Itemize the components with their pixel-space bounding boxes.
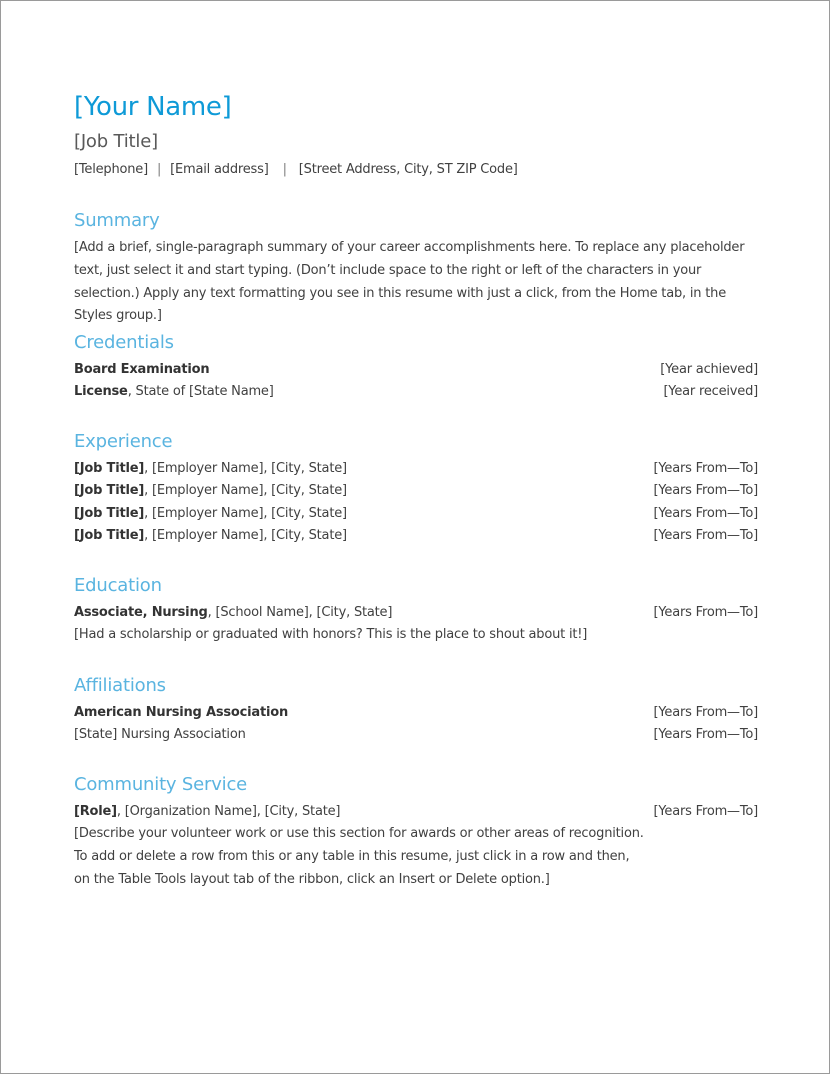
education-note[interactable]: [Had a scholarship or graduated with hon… xyxy=(74,624,758,647)
experience-section: Experience [Job Title], [Employer Name],… xyxy=(74,430,758,548)
community-note-line: [Describe your volunteer work or use thi… xyxy=(74,826,644,842)
credentials-section: Credentials Board Examination [Year achi… xyxy=(74,331,758,404)
experience-job-title: [Job Title] xyxy=(74,505,145,521)
affiliation-row[interactable]: [State] Nursing Association [Years From—… xyxy=(74,724,758,746)
education-dates: [Years From—To] xyxy=(653,605,759,620)
community-service-section: Community Service [Role], [Organization … xyxy=(74,773,758,892)
experience-dates: [Years From—To] xyxy=(653,505,759,521)
education-section: Education Associate, Nursing, [School Na… xyxy=(74,574,758,647)
community-service-heading: Community Service xyxy=(74,774,248,795)
credential-date: [Year achieved] xyxy=(660,362,758,377)
resume-content: [Your Name] [Job Title] [Telephone] | [Ema… xyxy=(74,89,758,887)
summary-heading: Summary xyxy=(74,210,160,231)
experience-heading: Experience xyxy=(74,431,173,452)
experience-row[interactable]: [Job Title], [Employer Name], [City, Sta… xyxy=(74,503,758,525)
experience-dates: [Years From—To] xyxy=(653,528,759,544)
community-row[interactable]: [Role], [Organization Name], [City, Stat… xyxy=(74,801,758,823)
affiliations-heading: Affiliations xyxy=(74,675,166,696)
affiliation-detail: [State] Nursing Association xyxy=(74,727,246,743)
experience-employer: , [Employer Name], [City, State] xyxy=(144,461,347,476)
credential-date: [Year received] xyxy=(663,384,758,400)
experience-employer: , [Employer Name], [City, State] xyxy=(144,505,347,521)
contact-line: [Telephone] | [Email address] | [Street Addr… xyxy=(74,159,758,181)
job-title[interactable]: [Job Title] xyxy=(74,129,758,155)
separator: | xyxy=(156,162,162,177)
community-note-line: To add or delete a row from this or any … xyxy=(74,849,630,865)
experience-employer: , [Employer Name], [City, State] xyxy=(144,483,347,499)
community-note[interactable]: [Describe your volunteer work or use thi… xyxy=(74,823,758,891)
credential-name: Board Examination xyxy=(74,362,210,377)
community-dates: [Years From—To] xyxy=(653,804,759,819)
education-heading: Education xyxy=(74,575,162,596)
experience-row[interactable]: [Job Title], [Employer Name], [City, Sta… xyxy=(74,525,758,547)
affiliation-row[interactable]: American Nursing Association [Years From… xyxy=(74,702,758,724)
street-address[interactable]: [Street Address, City, ST ZIP Code] xyxy=(299,162,518,177)
credential-row[interactable]: Board Examination [Year achieved] xyxy=(74,359,758,381)
credential-row[interactable]: License, State of [State Name] [Year rec… xyxy=(74,381,758,403)
community-role: [Role] xyxy=(74,804,117,819)
experience-row[interactable]: [Job Title], [Employer Name], [City, Sta… xyxy=(74,458,758,480)
credentials-heading: Credentials xyxy=(74,332,174,353)
experience-row[interactable]: [Job Title], [Employer Name], [City, Sta… xyxy=(74,480,758,502)
degree: Associate, Nursing xyxy=(74,605,208,620)
telephone[interactable]: [Telephone] xyxy=(74,162,148,177)
your-name[interactable]: [Your Name] xyxy=(74,89,758,125)
summary-text[interactable]: [Add a brief, single-paragraph summary o… xyxy=(74,237,758,328)
credential-name: License xyxy=(74,384,128,400)
credential-detail: , State of [State Name] xyxy=(127,384,274,400)
separator: | xyxy=(282,162,287,177)
experience-dates: [Years From—To] xyxy=(653,483,759,499)
resume-page: [Your Name] [Job Title] [Telephone] | [Ema… xyxy=(0,0,830,1074)
experience-job-title: [Job Title] xyxy=(74,483,145,499)
education-row[interactable]: Associate, Nursing, [School Name], [City… xyxy=(74,602,758,624)
summary-section: Summary [Add a brief, single-paragraph s… xyxy=(74,209,758,328)
community-note-line: on the Table Tools layout tab of the rib… xyxy=(74,872,550,887)
experience-job-title: [Job Title] xyxy=(74,461,145,476)
school-detail: , [School Name], [City, State] xyxy=(207,605,393,620)
affiliations-section: Affiliations American Nursing Associatio… xyxy=(74,674,758,747)
experience-employer: , [Employer Name], [City, State] xyxy=(144,528,347,544)
community-organization: , [Organization Name], [City, State] xyxy=(116,804,341,819)
experience-job-title: [Job Title] xyxy=(74,528,145,544)
affiliation-name: American Nursing Association xyxy=(74,705,289,720)
email-address[interactable]: [Email address] xyxy=(170,162,269,177)
experience-dates: [Years From—To] xyxy=(653,461,759,476)
affiliation-dates: [Years From—To] xyxy=(653,705,759,720)
affiliation-dates: [Years From—To] xyxy=(653,727,759,743)
